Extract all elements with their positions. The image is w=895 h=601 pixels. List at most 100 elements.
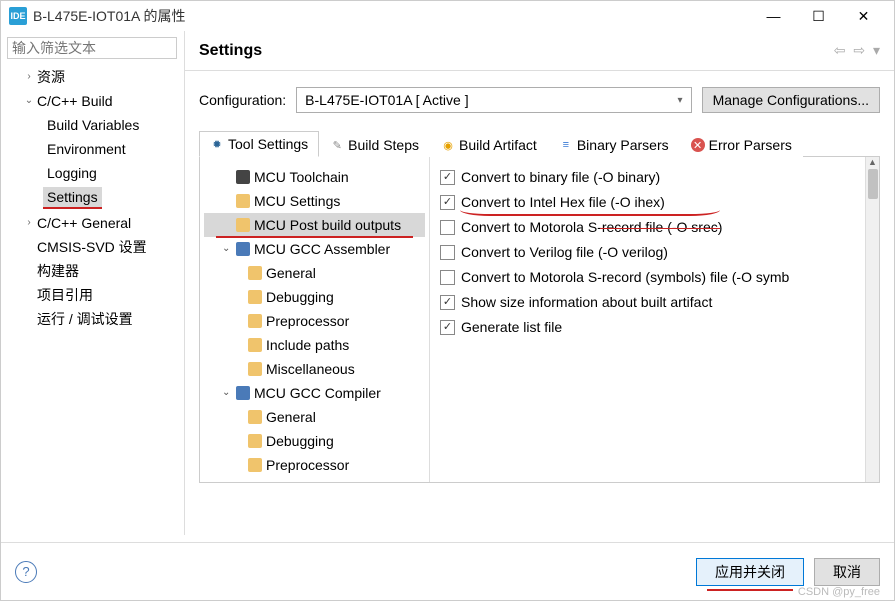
tool-tree-item[interactable]: Miscellaneous [204, 357, 425, 381]
app-icon: IDE [9, 7, 27, 25]
chip-icon [236, 170, 250, 184]
error-icon: ✕ [691, 138, 705, 152]
tool-tree-item[interactable]: ⌄ MCU GCC Assembler [204, 237, 425, 261]
chevron-right-icon[interactable]: › [21, 67, 37, 87]
tree-item-label: Logging [43, 163, 101, 183]
tab-build-artifact[interactable]: ◉Build Artifact [430, 132, 548, 157]
cancel-label: 取消 [833, 562, 861, 582]
checkbox[interactable] [440, 195, 455, 210]
checkbox[interactable] [440, 245, 455, 260]
scroll-up-icon[interactable]: ▲ [866, 157, 879, 167]
checkbox[interactable] [440, 270, 455, 285]
tool-tree-item[interactable]: MCU Toolchain [204, 165, 425, 189]
tree-item-label: 项目引用 [37, 285, 93, 305]
manage-configurations-button[interactable]: Manage Configurations... [702, 87, 880, 113]
tool-tree-label: Miscellaneous [266, 359, 355, 379]
checkbox-label: Convert to Intel Hex file (-O ihex) [461, 192, 665, 213]
checkbox-row: Convert to Intel Hex file (-O ihex) [440, 190, 869, 215]
chevron-down-icon[interactable]: ⌄ [21, 91, 37, 111]
tool-tree-item[interactable]: MCU Settings [204, 189, 425, 213]
checkbox-row: Generate list file [440, 315, 869, 340]
configuration-dropdown[interactable]: B-L475E-IOT01A [ Active ] ▾ [296, 87, 691, 113]
configuration-bar: Configuration: B-L475E-IOT01A [ Active ]… [185, 71, 894, 131]
tree-item[interactable]: 构建器 [5, 259, 180, 283]
tool-tree-item[interactable]: Preprocessor [204, 309, 425, 333]
cancel-button[interactable]: 取消 [814, 558, 880, 586]
tool-tree-item[interactable]: Debugging [204, 285, 425, 309]
folder-icon [248, 266, 262, 280]
folder-icon [248, 314, 262, 328]
scroll-thumb[interactable] [868, 169, 878, 199]
nav-menu-icon[interactable]: ▾ [873, 42, 880, 58]
tree-item[interactable]: Environment [5, 137, 180, 161]
tool-tree-label: Debugging [266, 287, 334, 307]
close-button[interactable]: ✕ [841, 1, 886, 31]
tree-item[interactable]: ›资源 [5, 65, 180, 89]
checkbox-row: Convert to binary file (-O binary) [440, 165, 869, 190]
folder-icon [248, 458, 262, 472]
tool-tree-label: Include paths [266, 479, 349, 482]
tool-tree-item[interactable]: Debugging [204, 429, 425, 453]
tool-tree-item[interactable]: MCU Post build outputs [204, 213, 425, 237]
tool-tree-item[interactable]: Preprocessor [204, 453, 425, 477]
tool-tree-item[interactable]: Include paths [204, 333, 425, 357]
checkbox-label: Convert to binary file (-O binary) [461, 167, 660, 188]
vertical-scrollbar[interactable]: ▲ [865, 157, 879, 482]
tab-label: Binary Parsers [577, 137, 669, 153]
folder-icon [248, 410, 262, 424]
chevron-right-icon[interactable]: › [21, 213, 37, 233]
checkbox[interactable] [440, 170, 455, 185]
tool-tree-item[interactable]: General [204, 261, 425, 285]
tree-item[interactable]: Logging [5, 161, 180, 185]
tree-item[interactable]: Settings [5, 185, 180, 211]
window-controls: — ☐ ✕ [751, 1, 886, 31]
nav-back-icon[interactable]: ⇦ [834, 42, 846, 58]
nav-arrows: ⇦ ⇨ ▾ [830, 42, 880, 59]
tree-item[interactable]: ›C/C++ General [5, 211, 180, 235]
checkbox-panel: Convert to binary file (-O binary) Conver… [430, 157, 879, 482]
tab-label: Tool Settings [228, 136, 308, 152]
artifact-icon: ◉ [441, 138, 455, 152]
tab-error-parsers[interactable]: ✕Error Parsers [680, 132, 803, 157]
filter-input[interactable] [7, 37, 177, 59]
binary-icon: ≡ [559, 138, 573, 152]
configuration-value: B-L475E-IOT01A [ Active ] [305, 92, 468, 108]
tree-item[interactable]: Build Variables [5, 113, 180, 137]
heading-row: Settings ⇦ ⇨ ▾ [185, 31, 894, 71]
tree-item-label: 运行 / 调试设置 [37, 309, 133, 329]
tool-tree-item[interactable]: ⌄ MCU GCC Compiler [204, 381, 425, 405]
tool-tree-item[interactable]: Include paths [204, 477, 425, 482]
checkbox[interactable] [440, 220, 455, 235]
chevron-down-icon[interactable]: ⌄ [222, 239, 236, 259]
tree-item-label: Settings [43, 187, 102, 209]
tab-binary-parsers[interactable]: ≡ Binary Parsers [548, 132, 680, 157]
tab-tool-settings[interactable]: ✹Tool Settings [199, 131, 319, 157]
tree-item[interactable]: 运行 / 调试设置 [5, 307, 180, 331]
tab-build-steps[interactable]: ✎Build Steps [319, 132, 430, 157]
tabs-container: ✹Tool Settings✎Build Steps◉Build Artifac… [199, 131, 880, 157]
tree-item-label: Environment [43, 139, 130, 159]
tab-label: Build Steps [348, 137, 419, 153]
maximize-button[interactable]: ☐ [796, 1, 841, 31]
tree-item[interactable]: CMSIS-SVD 设置 [5, 235, 180, 259]
page-title: Settings [199, 42, 830, 60]
tree-item[interactable]: ⌄C/C++ Build [5, 89, 180, 113]
tool-tree-label: MCU GCC Assembler [254, 239, 390, 259]
checkbox[interactable] [440, 295, 455, 310]
apply-and-close-button[interactable]: 应用并关闭 [696, 558, 804, 586]
tool-tree-label: MCU GCC Compiler [254, 383, 381, 403]
checkbox[interactable] [440, 320, 455, 335]
tree-item-label: C/C++ General [37, 213, 131, 233]
nav-forward-icon[interactable]: ⇨ [853, 42, 865, 58]
tree-item[interactable]: 项目引用 [5, 283, 180, 307]
tool-tree-item[interactable]: General [204, 405, 425, 429]
help-icon[interactable]: ? [15, 561, 37, 583]
blue-icon [236, 386, 250, 400]
tool-tree-label: Include paths [266, 335, 349, 355]
minimize-button[interactable]: — [751, 1, 796, 31]
configuration-label: Configuration: [199, 92, 286, 108]
folder-icon [248, 434, 262, 448]
window-title: B-L475E-IOT01A 的属性 [33, 6, 751, 26]
chevron-down-icon[interactable]: ⌄ [222, 383, 236, 403]
folder-icon [236, 218, 250, 232]
